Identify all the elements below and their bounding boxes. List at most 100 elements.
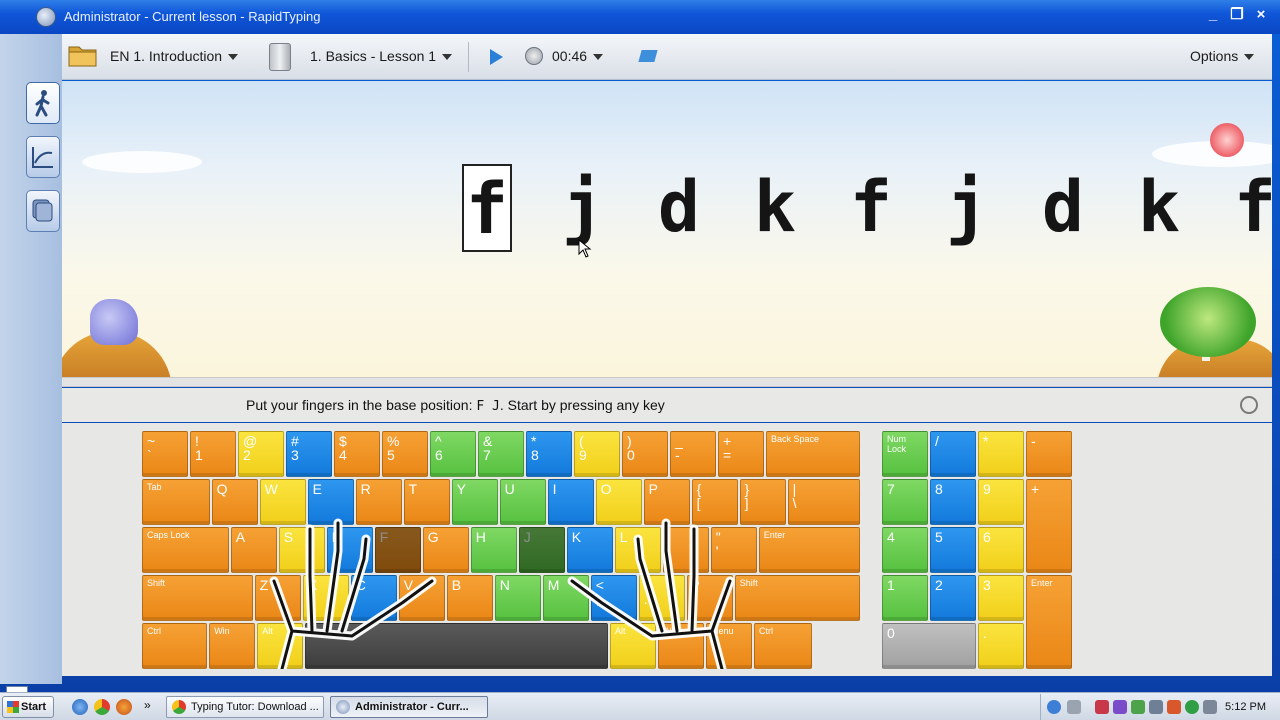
key-tab[interactable]: Tab (142, 479, 210, 525)
key-d[interactable]: D (326, 527, 373, 573)
key-ctrl[interactable]: Ctrl (754, 623, 812, 669)
key-8[interactable]: * 8 (526, 431, 572, 477)
sidebar-item-statistics[interactable] (26, 136, 60, 178)
key-a[interactable]: A (230, 527, 277, 573)
key-ctrl[interactable]: Ctrl (142, 623, 208, 669)
key-q[interactable]: Q (211, 479, 258, 525)
chrome-icon[interactable] (94, 699, 110, 715)
tray-app-icon[interactable] (1113, 700, 1127, 714)
key-symbol[interactable]: | \ (787, 479, 860, 525)
minimize-button[interactable]: _ (1202, 6, 1224, 26)
key-i[interactable]: I (547, 479, 594, 525)
restore-button[interactable]: ❐ (1226, 6, 1248, 26)
numpad-key-2[interactable]: 2 (930, 575, 976, 621)
key-z[interactable]: Z (254, 575, 301, 621)
numpad-key-symbol[interactable]: . (978, 623, 1024, 669)
key-1[interactable]: ! 1 (190, 431, 236, 477)
key-m[interactable]: M (542, 575, 589, 621)
key-symbol[interactable]: { [ (691, 479, 738, 525)
play-icon[interactable] (490, 49, 503, 65)
numpad-key-7[interactable]: 7 (882, 479, 928, 525)
timer-dropdown[interactable]: 00:46 (552, 48, 604, 64)
key-p[interactable]: P (643, 479, 690, 525)
arrow-icon[interactable] (1067, 700, 1081, 714)
key-s[interactable]: S (278, 527, 325, 573)
numpad-key-1[interactable]: 1 (882, 575, 928, 621)
key-shift[interactable]: Shift (142, 575, 253, 621)
numpad-key-symbol[interactable]: / (930, 431, 976, 477)
key-caps-lock[interactable]: Caps Lock (142, 527, 229, 573)
key-symbol[interactable]: _ - (670, 431, 716, 477)
key-3[interactable]: # 3 (286, 431, 332, 477)
lesson-scene[interactable]: fjdkfjdkf (62, 81, 1272, 377)
sound-toggle-icon[interactable] (1240, 396, 1258, 414)
key-b[interactable]: B (446, 575, 493, 621)
key-k[interactable]: K (566, 527, 613, 573)
key-symbol[interactable]: + = (718, 431, 764, 477)
key-back-space[interactable]: Back Space (766, 431, 860, 477)
key-win[interactable]: Win (658, 623, 704, 669)
key-o[interactable]: O (595, 479, 642, 525)
sidebar-item-editor[interactable] (26, 190, 60, 232)
lesson-dropdown[interactable]: 1. Basics - Lesson 1 (310, 48, 453, 64)
key-symbol[interactable]: " ' (710, 527, 757, 573)
key-y[interactable]: Y (451, 479, 498, 525)
key-menu[interactable]: Menu (706, 623, 752, 669)
key-5[interactable]: % 5 (382, 431, 428, 477)
close-button[interactable]: × (1250, 6, 1272, 26)
key-4[interactable]: $ 4 (334, 431, 380, 477)
numpad-key-symbol[interactable]: - (1026, 431, 1072, 477)
key-l[interactable]: L (614, 527, 661, 573)
flag-icon[interactable] (638, 50, 658, 62)
key-symbol[interactable]: > . (638, 575, 685, 621)
numpad-key-3[interactable]: 3 (978, 575, 1024, 621)
key-symbol[interactable]: ~ ` (142, 431, 188, 477)
key-space[interactable] (305, 623, 608, 669)
key-alt[interactable]: Alt (610, 623, 656, 669)
numpad-key-5[interactable]: 5 (930, 527, 976, 573)
start-button[interactable]: Start (2, 696, 54, 718)
key-6[interactable]: ^ 6 (430, 431, 476, 477)
numpad-key-symbol[interactable]: + (1026, 479, 1072, 573)
tray-app-icon[interactable] (1095, 700, 1109, 714)
volume-icon[interactable] (1203, 700, 1217, 714)
taskbar-item-rapidtyping[interactable]: Administrator - Curr... (330, 696, 488, 718)
key-e[interactable]: E (307, 479, 354, 525)
sidebar-item-lesson[interactable] (26, 82, 60, 124)
key-win[interactable]: Win (209, 623, 256, 669)
numpad-key-8[interactable]: 8 (930, 479, 976, 525)
key-shift[interactable]: Shift (734, 575, 860, 621)
key-enter[interactable]: Enter (758, 527, 860, 573)
info-icon[interactable] (1047, 700, 1061, 714)
document-icon[interactable] (269, 43, 291, 71)
numpad-key-0[interactable]: 0 (882, 623, 976, 669)
key-7[interactable]: & 7 (478, 431, 524, 477)
app-icon[interactable] (36, 7, 56, 27)
numpad-key-enter[interactable]: Enter (1026, 575, 1072, 669)
key-2[interactable]: @ 2 (238, 431, 284, 477)
key-u[interactable]: U (499, 479, 546, 525)
numpad-key-9[interactable]: 9 (978, 479, 1024, 525)
key-0[interactable]: ) 0 (622, 431, 668, 477)
key-x[interactable]: X (302, 575, 349, 621)
key-h[interactable]: H (470, 527, 517, 573)
tray-app-icon[interactable] (1149, 700, 1163, 714)
key-j[interactable]: J (518, 527, 565, 573)
title-bar[interactable]: Administrator - Current lesson - RapidTy… (0, 0, 1280, 34)
key-g[interactable]: G (422, 527, 469, 573)
key-symbol[interactable]: : ; (662, 527, 709, 573)
key-t[interactable]: T (403, 479, 450, 525)
taskbar-item-browser[interactable]: Typing Tutor: Download ... (166, 696, 324, 718)
key-symbol[interactable]: < , (590, 575, 637, 621)
firefox-icon[interactable] (116, 699, 132, 715)
key-c[interactable]: C (350, 575, 397, 621)
key-alt[interactable]: Alt (257, 623, 304, 669)
key-symbol[interactable]: } ] (739, 479, 786, 525)
key-symbol[interactable]: ? / (686, 575, 733, 621)
tray-app-icon[interactable] (1167, 700, 1181, 714)
numpad-key-4[interactable]: 4 (882, 527, 928, 573)
key-r[interactable]: R (355, 479, 402, 525)
numpad-key-6[interactable]: 6 (978, 527, 1024, 573)
course-dropdown[interactable]: EN 1. Introduction (110, 48, 239, 64)
tray-app-icon[interactable] (1131, 700, 1145, 714)
